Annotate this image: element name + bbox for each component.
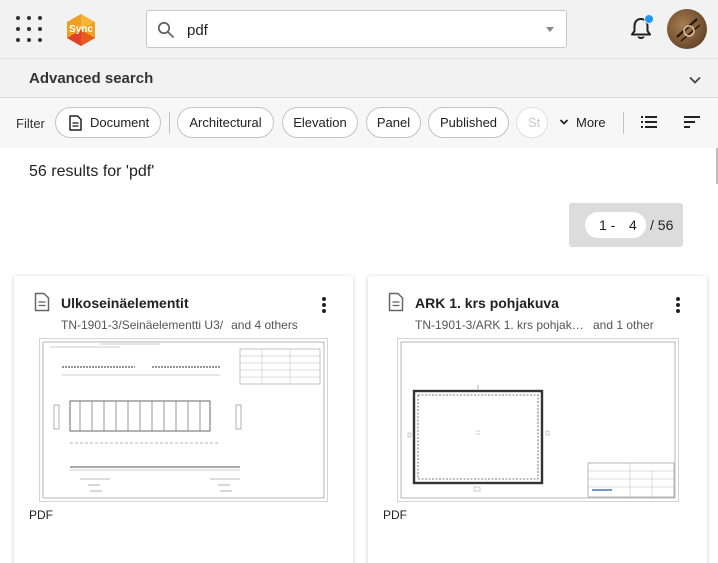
top-bar: Sync bbox=[0, 0, 718, 58]
filter-bar: Filter Document Architectural Elevation … bbox=[0, 98, 718, 148]
chip-label: Document bbox=[90, 115, 150, 130]
pagination: 1 - 4 / 56 bbox=[569, 203, 683, 247]
filter-chip-panel[interactable]: Panel bbox=[366, 107, 421, 138]
search-box[interactable] bbox=[146, 10, 567, 48]
toolbar-divider bbox=[623, 112, 624, 134]
file-type-label: PDF bbox=[29, 508, 53, 522]
result-card[interactable]: Ulkoseinäelementit TN-1901-3/Seinäelemen… bbox=[14, 276, 353, 563]
notification-badge bbox=[644, 14, 654, 24]
page-range-start: 1 - bbox=[599, 217, 616, 233]
list-view-icon[interactable] bbox=[640, 113, 658, 131]
sync-logo[interactable]: Sync bbox=[64, 13, 98, 47]
advanced-search-toggle[interactable]: Advanced search bbox=[0, 58, 718, 98]
document-thumbnail[interactable] bbox=[39, 338, 328, 502]
chevron-down-icon bbox=[689, 76, 701, 84]
filter-chip-elevation[interactable]: Elevation bbox=[282, 107, 358, 138]
logo-text: Sync bbox=[69, 24, 93, 35]
filter-divider bbox=[169, 112, 170, 134]
sort-icon[interactable] bbox=[683, 113, 701, 131]
search-input[interactable] bbox=[187, 19, 527, 41]
more-options-icon[interactable] bbox=[320, 296, 328, 314]
user-avatar[interactable] bbox=[667, 9, 707, 49]
file-type-label: PDF bbox=[383, 508, 407, 522]
result-card[interactable]: ARK 1. krs pohjakuva TN-1901-3/ARK 1. kr… bbox=[368, 276, 707, 563]
search-dropdown-icon[interactable] bbox=[546, 27, 554, 32]
more-options-icon[interactable] bbox=[674, 296, 682, 314]
filter-chip-partial[interactable]: St bbox=[516, 107, 548, 138]
document-thumbnail[interactable] bbox=[397, 338, 679, 502]
document-icon bbox=[69, 115, 82, 131]
card-other-locations[interactable]: and 4 others bbox=[231, 318, 298, 332]
card-path: TN-1901-3/ARK 1. krs pohjakuva and 1 othe… bbox=[415, 318, 654, 332]
document-icon bbox=[34, 292, 50, 312]
page-range-end: 4 bbox=[629, 217, 637, 233]
filter-chip-architectural[interactable]: Architectural bbox=[177, 107, 274, 138]
filter-chip-document[interactable]: Document bbox=[55, 107, 161, 138]
filter-label: Filter bbox=[16, 116, 45, 131]
card-title[interactable]: ARK 1. krs pohjakuva bbox=[415, 295, 559, 311]
results-summary: 56 results for 'pdf' bbox=[29, 163, 155, 180]
advanced-search-title: Advanced search bbox=[29, 70, 154, 87]
more-label: More bbox=[576, 115, 606, 130]
filter-chip-published[interactable]: Published bbox=[428, 107, 509, 138]
card-folder-path[interactable]: TN-1901-3/Seinäelementti U3/ bbox=[61, 318, 223, 332]
card-folder-path[interactable]: TN-1901-3/ARK 1. krs pohjakuva bbox=[415, 318, 585, 332]
search-icon bbox=[157, 21, 174, 38]
page-range-input[interactable]: 1 - 4 bbox=[585, 212, 646, 238]
card-path: TN-1901-3/Seinäelementti U3/and 4 others bbox=[61, 318, 298, 332]
app-launcher-icon[interactable] bbox=[16, 16, 42, 42]
page-total: / 56 bbox=[650, 217, 674, 233]
document-icon bbox=[388, 292, 404, 312]
card-other-locations[interactable]: and 1 other bbox=[593, 318, 654, 332]
chevron-down-icon bbox=[559, 119, 569, 125]
card-title[interactable]: Ulkoseinäelementit bbox=[61, 295, 189, 311]
